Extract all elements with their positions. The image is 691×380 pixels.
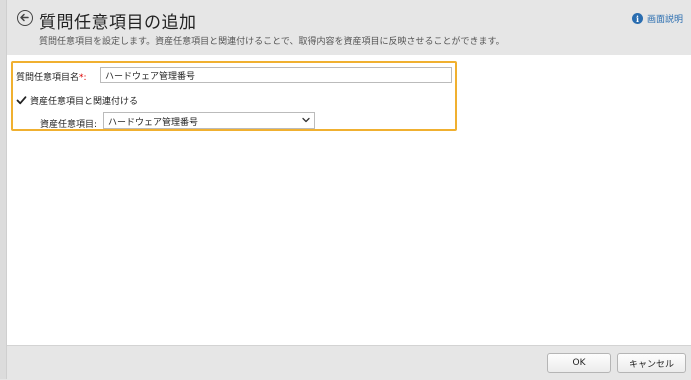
page-title: 質問任意項目の追加 xyxy=(39,13,197,33)
page-description: 質問任意項目を設定します。資産任意項目と関連付けることで、取得内容を資産項目に反… xyxy=(39,37,505,47)
info-icon: i xyxy=(631,13,643,24)
checkmark-icon[interactable] xyxy=(16,95,27,106)
chevron-down-icon xyxy=(302,116,310,124)
link-checkbox[interactable]: 資産任意項目と関連付ける xyxy=(16,94,138,107)
dialog-window: 質問任意項目の追加 質問任意項目を設定します。資産任意項目と関連付けることで、取… xyxy=(0,0,691,380)
name-label-text: 質問任意項目名 xyxy=(16,73,80,83)
help-link[interactable]: i 画面説明 xyxy=(631,12,683,25)
form-area: 質問任意項目名*: 資産任意項目と関連付ける 資産任意項目: ハードウェア管理番… xyxy=(7,55,691,345)
ok-button[interactable]: OK xyxy=(547,353,611,373)
asset-field-label: 資産任意項目: xyxy=(40,120,98,130)
name-input[interactable] xyxy=(100,67,452,83)
required-mark: *: xyxy=(79,73,87,83)
name-field-label: 質問任意項目名*: xyxy=(16,70,87,83)
left-edge-strip xyxy=(0,0,7,379)
footer-bar: OK キャンセル xyxy=(7,345,691,380)
asset-select-value: ハードウェア管理番号 xyxy=(108,118,199,128)
help-link-label: 画面説明 xyxy=(646,15,683,25)
asset-select[interactable]: ハードウェア管理番号 xyxy=(103,112,315,129)
link-checkbox-label: 資産任意項目と関連付ける xyxy=(30,97,139,107)
back-arrow-icon[interactable] xyxy=(17,10,33,26)
header: 質問任意項目の追加 質問任意項目を設定します。資産任意項目と関連付けることで、取… xyxy=(7,0,691,52)
cancel-button[interactable]: キャンセル xyxy=(617,353,686,373)
